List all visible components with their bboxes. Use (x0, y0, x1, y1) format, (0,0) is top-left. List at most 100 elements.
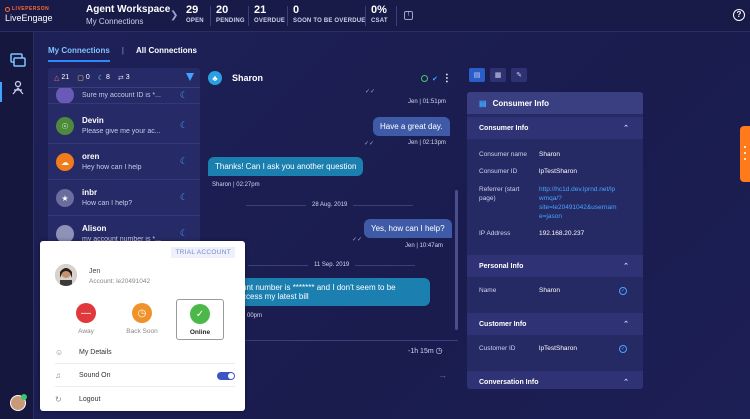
field-label: Consumer ID (479, 168, 518, 175)
sound-toggle[interactable] (217, 372, 235, 380)
list-item[interactable]: ★ inbr How can I help? ☾ (48, 180, 200, 216)
info-icon[interactable]: ! (404, 11, 413, 20)
chevron-up-icon: ⌃ (623, 379, 629, 386)
moon-icon: ☾ (179, 192, 188, 202)
consumer-info-header: ▤ Consumer Info (467, 92, 643, 114)
help-icon[interactable]: ? (733, 9, 745, 21)
messages-count[interactable]: ▢ 0 (77, 74, 90, 82)
personal-name-value: Sharon (539, 287, 560, 294)
avatar: ★ (56, 189, 74, 207)
field-label: Customer ID (479, 345, 516, 352)
chevron-up-icon: ⌃ (623, 321, 629, 328)
away-count[interactable]: ☾ 8 (98, 74, 110, 82)
section-conversation-info[interactable]: Conversation Info ⌃ (467, 371, 643, 389)
sound-icon: ♫ (55, 371, 61, 380)
consumer-name-value: Sharon (539, 151, 560, 158)
status-online-button[interactable]: ✓ Online (176, 299, 224, 340)
filter-icon[interactable] (186, 73, 194, 81)
list-item[interactable]: Sure my account ID is *... ☾ (48, 88, 200, 104)
agent-account: Account: le20491042 (89, 278, 151, 285)
top-bar: LIVEPERSON LiveEngage Agent Workspace My… (0, 0, 750, 32)
date-separator: 11 Sep. 2019 (248, 262, 416, 268)
status-back-soon-button[interactable]: ◷ Back Soon (118, 299, 166, 339)
verified-icon: ✓ (619, 345, 627, 353)
menu-logout[interactable]: ↻ Logout (55, 388, 235, 410)
info-card-icon: ▤ (479, 98, 487, 108)
avatar: ☁ (56, 153, 74, 171)
more-options-icon[interactable]: ⋮ (442, 73, 452, 84)
moon-icon: ☾ (179, 228, 188, 238)
moon-icon: ☾ (179, 120, 188, 130)
notes-tab[interactable]: ✎ (511, 68, 527, 82)
chat-scrollbar[interactable] (455, 190, 458, 330)
menu-my-details[interactable]: ☺ My Details (55, 342, 235, 364)
engagement-tab[interactable]: ▦ (490, 68, 506, 82)
alert-icon: △ (54, 74, 60, 82)
message-icon: ▢ (77, 74, 84, 82)
read-receipt-icon: ✓✓ (352, 237, 363, 243)
consumer-id-value: lpTestSharon (539, 168, 577, 175)
section-consumer-info[interactable]: Consumer Info ⌃ (467, 117, 643, 139)
customer-id-value: lpTestSharon (539, 345, 577, 352)
tab-my-connections[interactable]: My Connections (48, 46, 110, 62)
response-timer: -1h 15m ◷ (408, 346, 443, 355)
connections-tabs: My Connections | All Connections (48, 46, 197, 62)
conversations-icon[interactable] (10, 52, 26, 68)
message-meta: 00pm (247, 313, 263, 319)
field-label: Name (479, 287, 497, 294)
moon-icon: ☾ (97, 74, 104, 82)
trial-account-badge: TRIAL ACCOUNT (171, 247, 235, 258)
list-item[interactable]: ☉ Devin Please give me your ac... ☾ (48, 108, 200, 144)
check-circle-icon: ✔ (432, 75, 438, 83)
widget-drawer-handle[interactable] (740, 126, 750, 182)
section-customer-info[interactable]: Customer Info ⌃ (467, 313, 643, 335)
consumer-avatar: ♣ (208, 71, 222, 85)
widget-tabs: ▤ ▦ ✎ (469, 68, 527, 82)
message-meta: Sharon | 02:27pm (212, 182, 260, 188)
status-away-button[interactable]: — Away (62, 299, 110, 339)
stat-soon-overdue[interactable]: 0 SOON TO BE OVERDUE (293, 4, 366, 24)
send-icon[interactable]: → (438, 370, 447, 380)
agent-message: Have a great day. (373, 117, 450, 136)
avatar (56, 88, 74, 103)
user-avatar-button[interactable] (10, 394, 27, 411)
clock-icon: ◷ (132, 303, 152, 323)
section-personal-info[interactable]: Personal Info ⌃ (467, 255, 643, 277)
read-receipt-icon: ✓✓ (364, 141, 375, 147)
tab-all-connections[interactable]: All Connections (136, 46, 197, 62)
consumer-info-tab[interactable]: ▤ (469, 68, 485, 82)
transfer-icon: ⇄ (117, 74, 124, 82)
workspace-switcher[interactable]: Agent Workspace My Connections (86, 4, 170, 26)
agent-message: Yes, how can I help? (364, 219, 452, 238)
moon-icon: ☾ (179, 156, 188, 166)
workspace-title: Agent Workspace (86, 4, 171, 15)
message-meta: Jen | 01:51pm (408, 99, 446, 105)
stat-csat[interactable]: 0% CSAT (371, 4, 388, 24)
stat-pending[interactable]: 20 PENDING (216, 4, 245, 24)
referrer-link[interactable]: http://hc1d.dev.lprnd.net/lp wmqa/? site=l… (539, 185, 617, 221)
transfer-count[interactable]: ⇄ 3 (118, 74, 130, 82)
moon-icon: ☾ (179, 90, 188, 100)
alerts-count[interactable]: △ 21 (54, 74, 69, 82)
check-icon: ✓ (190, 304, 210, 324)
stat-open[interactable]: 29 OPEN (186, 4, 204, 24)
read-receipt-icon: ✓✓ (365, 89, 376, 95)
away-icon: — (76, 303, 96, 323)
status-icon (421, 75, 428, 82)
liveperson-logo: LIVEPERSON LiveEngage (5, 6, 75, 23)
chat-consumer-name: Sharon (232, 73, 264, 83)
list-item[interactable]: ☁ oren Hey how can I help ☾ (48, 144, 200, 180)
clock-icon: ◷ (435, 346, 443, 355)
ip-value: 192.168.20.237 (539, 230, 585, 237)
agent-manager-icon[interactable] (10, 80, 26, 96)
avatar: ☉ (56, 117, 74, 135)
brand-name: LiveEngage (5, 13, 53, 23)
stat-overdue[interactable]: 21 OVERDUE (254, 4, 285, 24)
menu-sound-on[interactable]: ♫ Sound On (55, 365, 235, 387)
chevron-up-icon: ⌃ (623, 263, 629, 270)
list-header: △ 21 ▢ 0 ☾ 8 ⇄ 3 (48, 68, 200, 88)
message-meta: Jen | 10:47am (405, 243, 443, 249)
nav-active-indicator (0, 82, 2, 102)
consumer-message: Thanks! Can I ask you another question (208, 157, 364, 176)
left-nav-rail (0, 32, 34, 419)
